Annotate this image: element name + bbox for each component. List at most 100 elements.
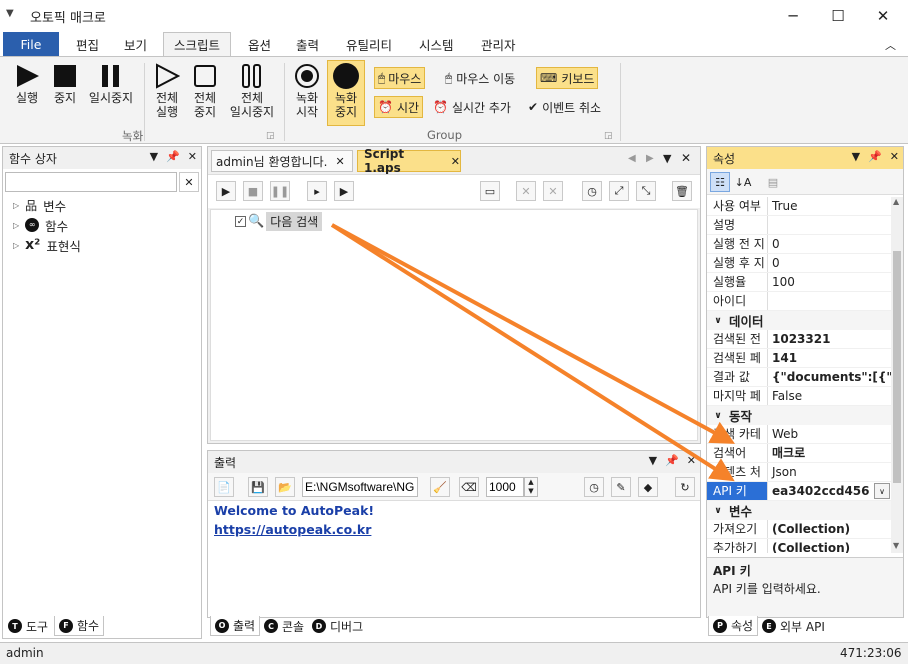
clean-icon[interactable]: 🧹 <box>430 477 450 497</box>
prop-row[interactable]: 마지막 페 False <box>707 387 891 406</box>
close-button[interactable]: ✕ <box>860 0 906 32</box>
tab-script[interactable]: 스크립트 <box>163 32 231 56</box>
fill-icon[interactable]: ◆ <box>638 477 658 497</box>
prop-row[interactable]: 실행 전 지0 <box>707 235 891 254</box>
prop-row[interactable]: 검색어 매크로 <box>707 444 891 463</box>
tab-view[interactable]: 보기 <box>114 32 157 56</box>
prop-row[interactable]: 실행율 100 <box>707 273 891 292</box>
play-icon[interactable]: ▶ <box>216 181 236 201</box>
prop-value[interactable]: 매크로 <box>767 444 891 462</box>
tab-admin[interactable]: 관리자 <box>471 32 526 56</box>
script-canvas[interactable]: ✓ 🔍 다음 검색 <box>210 209 698 441</box>
prop-value[interactable]: (Collection) <box>767 539 891 553</box>
group-launcher-icon[interactable]: ◲ <box>266 131 275 141</box>
expand-icon[interactable]: ⤢ <box>609 181 629 201</box>
tree-item-variable[interactable]: ▷ 品 변수 <box>13 195 66 215</box>
group-launcher-icon[interactable]: ◲ <box>604 131 613 141</box>
prop-row[interactable]: 실행 후 지0 <box>707 254 891 273</box>
prop-row[interactable]: 검색된 페 141 <box>707 349 891 368</box>
close-icon[interactable]: ✕ <box>890 150 899 163</box>
tab-console[interactable]: C 콘솔 <box>260 616 308 636</box>
record-stop-button[interactable]: 녹화 중지 <box>327 60 365 126</box>
prop-value[interactable] <box>767 292 891 310</box>
tab-edit[interactable]: 편집 <box>66 32 109 56</box>
api-key-input[interactable]: ea3402ccd456 <box>767 482 891 500</box>
dropdown-icon[interactable]: ▼ <box>649 454 657 467</box>
folder-icon[interactable]: 📂 <box>275 477 295 497</box>
property-pages-icon[interactable]: ▤ <box>763 172 783 192</box>
tab-external-api[interactable]: E 외부 API <box>758 616 829 636</box>
prop-category-variable[interactable]: ∨ 변수 <box>707 501 891 520</box>
mouse-move-button[interactable]: 🖱 마우스 이동 <box>442 67 518 89</box>
tab-output[interactable]: O 출력 <box>210 616 261 636</box>
function-search-input[interactable] <box>5 172 177 192</box>
tab-properties[interactable]: P 속성 <box>708 616 759 636</box>
tab-tools[interactable]: T 도구 <box>4 616 52 636</box>
close-icon[interactable]: ✕ <box>335 155 344 168</box>
scroll-right-icon[interactable]: ▶ <box>646 153 654 164</box>
line-count-input[interactable] <box>486 477 524 497</box>
close-icon[interactable]: ✕ <box>451 155 460 168</box>
script-node[interactable]: ✓ 🔍 다음 검색 <box>235 211 323 231</box>
pin-icon[interactable]: 📌 <box>868 150 882 163</box>
time-button[interactable]: ⏰ 시간 <box>374 96 424 118</box>
tab-output[interactable]: 출력 <box>286 32 329 56</box>
output-path-input[interactable] <box>302 477 418 497</box>
system-menu-icon[interactable]: ▼ <box>6 8 14 19</box>
prop-row[interactable]: 아이디 <box>707 292 891 311</box>
prop-value[interactable]: True <box>767 197 891 215</box>
properties-scrollbar[interactable]: ▲ ▼ <box>891 197 903 553</box>
prop-value[interactable]: 0 <box>767 254 891 272</box>
run-frame-icon[interactable]: ▶ <box>334 181 354 201</box>
pin-icon[interactable]: 📌 <box>166 150 180 163</box>
prop-value[interactable]: Web <box>767 425 891 443</box>
scroll-up-icon[interactable]: ▲ <box>893 197 899 206</box>
prop-row-selected[interactable]: API 키 ea3402ccd456 ∨ <box>707 482 891 501</box>
maximize-button[interactable]: ☐ <box>815 0 861 32</box>
prop-row[interactable]: 컨텐츠 처 Json <box>707 463 891 482</box>
clock-icon[interactable]: ◷ <box>582 181 602 201</box>
prop-value[interactable]: 100 <box>767 273 891 291</box>
prop-row[interactable]: 검색 카테 Web <box>707 425 891 444</box>
scrollbar-thumb[interactable] <box>893 251 901 483</box>
close-icon[interactable]: ✕ <box>687 454 696 467</box>
clear-search-button[interactable]: ✕ <box>179 172 199 192</box>
eraser-icon[interactable]: ⌫ <box>459 477 479 497</box>
pause-all-button[interactable]: 전체 일시중지 <box>226 61 278 119</box>
chevron-down-icon[interactable]: ∨ <box>874 483 890 499</box>
scroll-left-icon[interactable]: ◀ <box>628 153 636 164</box>
tree-item-expression[interactable]: ▷ x² 표현식 <box>13 235 81 255</box>
prop-value[interactable]: {"documents":[{" <box>767 368 891 386</box>
dropdown-icon[interactable]: ▼ <box>852 150 860 163</box>
pause-button[interactable]: 일시중지 <box>85 61 137 105</box>
prop-value[interactable]: 1023321 <box>767 330 891 348</box>
tab-debug[interactable]: D 디버그 <box>308 616 367 636</box>
stop-all-button[interactable]: 전체 중지 <box>188 61 222 119</box>
realtime-add-button[interactable]: ⏰ 실시간 추가 <box>430 96 514 118</box>
document-icon[interactable]: 📄 <box>214 477 234 497</box>
run-all-button[interactable]: 전체 실행 <box>150 61 184 119</box>
tab-utility[interactable]: 유틸리티 <box>336 32 402 56</box>
prop-value[interactable]: (Collection) <box>767 520 891 538</box>
tab-file[interactable]: File <box>3 32 59 56</box>
mouse-button[interactable]: 🖱 마우스 <box>374 67 426 89</box>
prop-category-action[interactable]: ∨ 동작 <box>707 406 891 425</box>
doc-tab-welcome[interactable]: admin님 환영합니다. ✕ <box>211 150 353 172</box>
close-icon[interactable]: ✕ <box>681 151 691 165</box>
clock-icon[interactable]: ◷ <box>584 477 604 497</box>
categorized-icon[interactable]: ☷ <box>710 172 730 192</box>
prop-row[interactable]: 사용 여부 True <box>707 197 891 216</box>
prop-row[interactable]: 추가하기 (Collection) <box>707 539 891 553</box>
tree-item-function[interactable]: ▷ ∞ 함수 <box>13 215 68 235</box>
prop-row[interactable]: 검색된 전 1023321 <box>707 330 891 349</box>
remove-icon[interactable]: ✕ <box>516 181 536 201</box>
collapse-ribbon-icon[interactable]: ︿ <box>885 37 896 53</box>
prop-value[interactable]: 141 <box>767 349 891 367</box>
minimize-button[interactable]: ─ <box>770 0 816 32</box>
remove-all-icon[interactable]: ✕ <box>543 181 563 201</box>
doc-list-icon[interactable]: ▼ <box>663 152 671 165</box>
scroll-down-icon[interactable]: ▼ <box>893 541 899 550</box>
tab-system[interactable]: 시스템 <box>409 32 464 56</box>
stop-button[interactable]: 중지 <box>50 61 80 105</box>
pause-icon[interactable]: ❚❚ <box>270 181 290 201</box>
